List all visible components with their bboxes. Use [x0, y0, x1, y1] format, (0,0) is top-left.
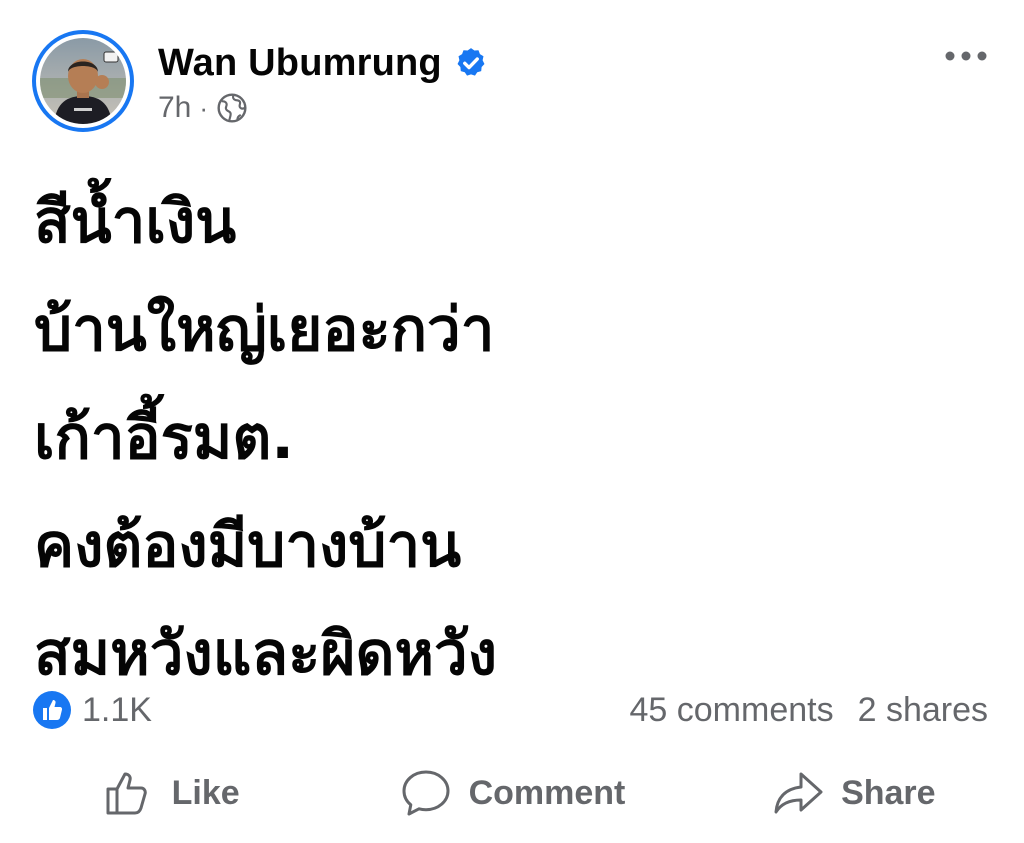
avatar-photo: [40, 38, 126, 124]
post-line: สีน้ำเงิน: [34, 187, 237, 257]
post-line: บ้านใหญ่เยอะกว่า: [34, 295, 495, 365]
meta-separator: ·: [199, 92, 209, 123]
post-meta: 7h ·: [158, 88, 248, 128]
like-button[interactable]: Like: [0, 766, 341, 820]
more-options-icon[interactable]: [944, 42, 988, 70]
comment-button[interactable]: Comment: [341, 766, 682, 820]
share-label: Share: [841, 773, 936, 812]
reactions-summary[interactable]: 1.1K: [32, 690, 152, 730]
thumbs-up-icon: [106, 772, 147, 815]
like-reaction-icon: [33, 691, 71, 729]
post-line: คงต้องมีบางบ้าน: [34, 511, 462, 581]
reaction-count: 1.1K: [82, 690, 152, 729]
globe-icon[interactable]: [216, 92, 248, 124]
author-row: Wan Ubumrung: [158, 40, 488, 86]
share-arrow-icon: [774, 772, 823, 814]
shares-count[interactable]: 2 shares: [858, 691, 988, 730]
verified-badge-icon: [457, 48, 485, 76]
post-text: สีน้ำเงิน บ้านใหญ่เยอะกว่า เก้าอี้รมต. ค…: [34, 168, 994, 708]
post-line: เก้าอี้รมต.: [34, 403, 295, 473]
author-name[interactable]: Wan Ubumrung: [158, 42, 442, 85]
facebook-post: Wan Ubumrung 7h · สีน้ำเงิน บ้านใหญ่เยอะ…: [0, 0, 1024, 843]
post-actions: Like Comment Share: [0, 756, 1024, 830]
comment-bubble-icon: [402, 770, 450, 816]
engagement-stats: 1.1K 45 comments 2 shares: [32, 686, 988, 734]
comment-share-counts: 45 comments 2 shares: [630, 691, 989, 730]
comment-label: Comment: [468, 773, 626, 812]
like-label: Like: [171, 773, 240, 812]
post-time[interactable]: 7h: [158, 91, 191, 125]
comments-count[interactable]: 45 comments: [630, 691, 834, 730]
avatar[interactable]: [32, 30, 134, 132]
share-button[interactable]: Share: [683, 766, 1024, 820]
